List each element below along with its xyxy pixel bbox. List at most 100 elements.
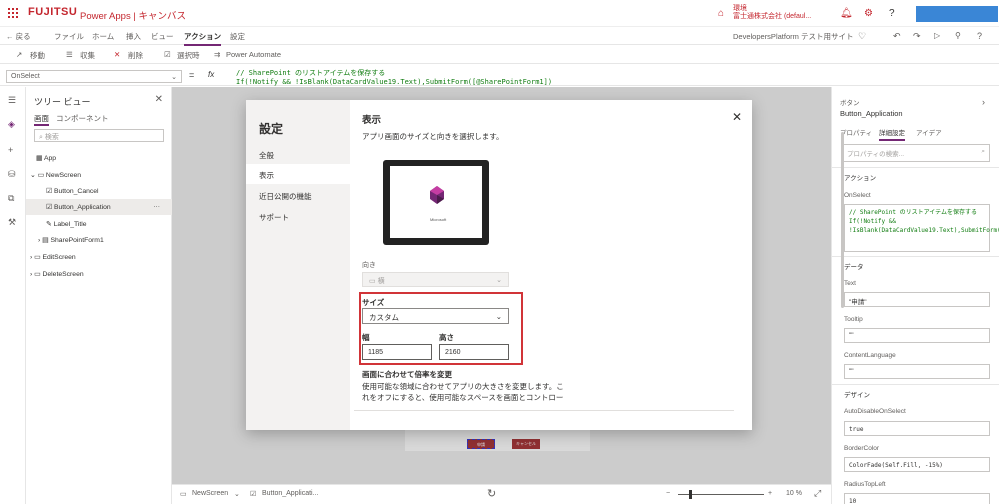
- undo-icon[interactable]: ↶: [893, 31, 901, 42]
- app-checker-icon[interactable]: ♡: [858, 31, 866, 42]
- menu-home[interactable]: ホーム: [92, 31, 114, 42]
- advanced-tools-icon[interactable]: ⚒: [8, 217, 16, 228]
- app-launcher-icon[interactable]: [8, 8, 18, 18]
- settings-gear-icon[interactable]: ⚙: [864, 8, 873, 19]
- contentlanguage-label: ContentLanguage: [844, 352, 896, 359]
- tree-item-sharepointform1[interactable]: › ▤ SharePointForm1: [26, 232, 172, 248]
- share-icon[interactable]: ⚲: [955, 31, 961, 40]
- nav-support[interactable]: サポート: [246, 206, 350, 226]
- loading-spinner-icon: ↻: [487, 488, 497, 500]
- menu-settings[interactable]: 設定: [230, 31, 245, 42]
- property-search-input[interactable]: プロパティの検索... ⌕: [842, 144, 990, 162]
- settings-dialog: 設定 全般 表示 近日公開の機能 サポート 表示 ✕ アプリ画面のサイズと向きを…: [246, 100, 844, 430]
- scale-to-fit-description: 使用可能な領域に合わせてアプリの大きさを変更します。これをオフにすると、使用可能…: [362, 382, 564, 402]
- chevron-down-icon: ⌄: [495, 312, 502, 321]
- chevron-down-icon: ⌄: [30, 172, 38, 179]
- height-label: 高さ: [439, 333, 454, 342]
- redo-icon[interactable]: ↷: [913, 31, 921, 42]
- autodisable-value-input[interactable]: true: [844, 421, 990, 436]
- equals-sign: =: [189, 70, 195, 80]
- zoom-slider-thumb[interactable]: [689, 490, 692, 499]
- menu-insert[interactable]: 挿入: [126, 31, 141, 42]
- tree-item-newscreen[interactable]: ⌄ ▭ NewScreen: [26, 167, 172, 183]
- tab-components[interactable]: コンポーネント: [56, 113, 109, 124]
- app-icon: ▦: [36, 155, 44, 162]
- settings-title: 設定: [259, 122, 284, 136]
- data-icon[interactable]: ⛁: [8, 169, 16, 180]
- nav-display[interactable]: 表示: [246, 164, 350, 184]
- onselect-button[interactable]: 選択時: [177, 50, 200, 61]
- status-control-selector[interactable]: Button_Applicati...: [262, 490, 318, 497]
- property-selector[interactable]: OnSelect ⌄: [6, 70, 182, 83]
- height-input[interactable]: 2160: [439, 344, 509, 360]
- media-icon[interactable]: ⧉: [8, 193, 14, 204]
- menu-action[interactable]: アクション: [184, 31, 222, 46]
- close-icon[interactable]: ✕: [732, 110, 742, 124]
- tree-item-button-application[interactable]: ☑ Button_Application ···: [26, 199, 172, 215]
- zoom-in-icon[interactable]: +: [768, 490, 772, 497]
- zoom-level: 10 %: [786, 490, 802, 497]
- orientation-dropdown[interactable]: ▭ 横 ⌄: [362, 272, 509, 287]
- contentlanguage-value-input[interactable]: "": [844, 364, 990, 379]
- tree-item-deletescreen[interactable]: › ▭ DeleteScreen: [26, 266, 172, 282]
- menu-view[interactable]: ビュー: [151, 31, 174, 42]
- section-description: アプリ画面のサイズと向きを選択します。: [362, 132, 504, 141]
- tab-ideas[interactable]: アイデア: [916, 127, 942, 137]
- environment-picker[interactable]: 環境 富士通株式会社 (defaul...: [733, 5, 811, 21]
- onselect-formula[interactable]: // SharePoint のリストアイテムを保存する If(!Notify &…: [844, 204, 999, 252]
- help-icon[interactable]: ?: [889, 8, 895, 19]
- user-account-box[interactable]: [916, 6, 998, 22]
- chevron-down-icon: ⌄: [234, 491, 240, 498]
- zoom-out-icon[interactable]: −: [666, 490, 670, 497]
- onselect-label: OnSelect: [844, 192, 871, 199]
- chevron-down-icon: ⌄: [171, 74, 177, 81]
- tree-search-input[interactable]: ⌕ 検索: [34, 129, 164, 142]
- tree-view-title: ツリー ビュー: [34, 97, 91, 107]
- tree-view-icon[interactable]: ◈: [8, 119, 15, 130]
- tab-properties[interactable]: プロパティ: [840, 127, 872, 137]
- power-automate-button[interactable]: Power Automate: [226, 50, 281, 59]
- text-value-input[interactable]: "申請": [844, 292, 990, 307]
- tree-item-button-cancel[interactable]: ☑ Button_Cancel: [26, 183, 172, 199]
- screen-icon: ▭: [180, 491, 187, 498]
- collect-button[interactable]: 収集: [80, 50, 95, 61]
- navigate-button[interactable]: 移動: [30, 50, 45, 61]
- tree-item-app[interactable]: ▦ App: [26, 150, 172, 166]
- power-apps-logo-icon: [430, 186, 444, 204]
- fit-to-window-icon[interactable]: ⤢: [814, 488, 821, 499]
- close-icon[interactable]: ✕: [155, 94, 163, 105]
- tooltip-value-input[interactable]: "": [844, 328, 990, 343]
- remove-button[interactable]: 削除: [128, 50, 143, 61]
- play-icon[interactable]: ▷: [934, 31, 940, 40]
- notification-icon[interactable]: 🔔︎: [840, 8, 853, 19]
- back-button[interactable]: ← 戻る: [6, 31, 31, 42]
- formula-editor[interactable]: // SharePoint のリストアイテムを保存する If(!Notify &&…: [236, 69, 936, 87]
- help-question-icon[interactable]: ?: [977, 31, 982, 41]
- left-rail: ☰ ◈ + ⛁ ⧉ ⚒: [0, 87, 26, 504]
- fx-icon[interactable]: fx: [208, 70, 214, 79]
- bordercolor-value-input[interactable]: ColorFade(Self.Fill, -15%): [844, 457, 990, 472]
- tab-advanced[interactable]: 詳細設定: [879, 127, 905, 141]
- menu-file[interactable]: ファイル: [54, 31, 84, 42]
- tree-item-label-title[interactable]: ✎ Label_Title: [26, 216, 172, 232]
- nav-upcoming-features[interactable]: 近日公開の機能: [246, 185, 350, 205]
- screen-icon: ▭: [37, 172, 46, 179]
- width-label: 幅: [362, 333, 370, 342]
- dialog-scrollbar[interactable]: [841, 132, 844, 308]
- chevron-right-icon[interactable]: ›: [982, 97, 985, 107]
- bordercolor-label: BorderColor: [844, 445, 880, 452]
- tree-item-editscreen[interactable]: › ▭ EditScreen: [26, 249, 172, 265]
- nav-general[interactable]: 全般: [246, 144, 350, 164]
- text-label: Text: [844, 280, 856, 287]
- hamburger-icon[interactable]: ☰: [8, 95, 16, 106]
- radiustopleft-value-input[interactable]: 10: [844, 493, 990, 504]
- section-title: 表示: [362, 115, 382, 126]
- top-bar: FUJITSU Power Apps | キャンバス ⌂ 環境 富士通株式会社 …: [0, 0, 999, 27]
- width-input[interactable]: 1185: [362, 344, 432, 360]
- radiustopleft-label: RadiusTopLeft: [844, 481, 886, 488]
- status-screen-selector[interactable]: NewScreen: [192, 490, 228, 497]
- tab-screens[interactable]: 画面: [34, 113, 49, 126]
- size-dropdown[interactable]: カスタム ⌄: [362, 308, 509, 324]
- insert-plus-icon[interactable]: +: [8, 145, 13, 155]
- label-icon: ✎: [46, 221, 54, 228]
